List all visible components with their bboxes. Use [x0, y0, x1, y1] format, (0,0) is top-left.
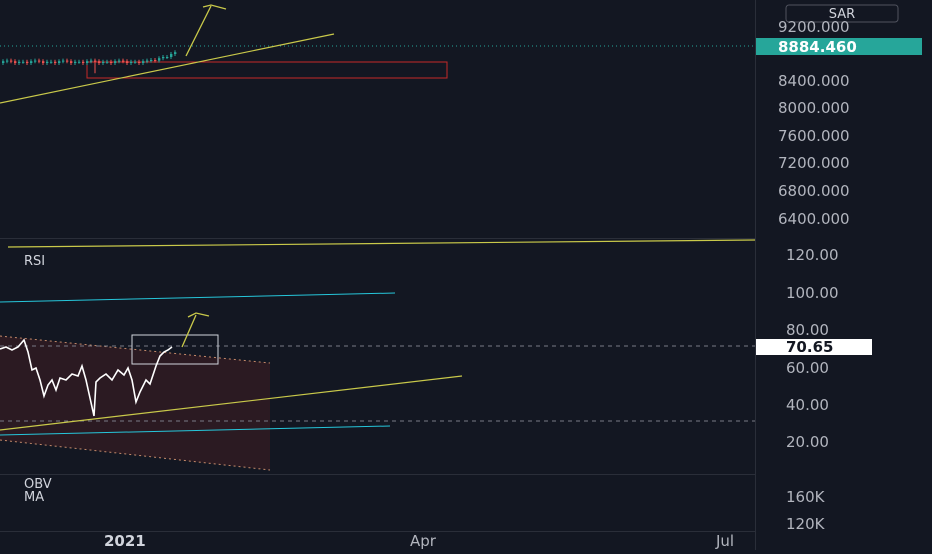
ma-pane-label: MA	[24, 490, 44, 505]
candle-body	[158, 58, 161, 61]
candle-body	[126, 61, 129, 63]
candle-body	[14, 61, 17, 63]
rsi-upper-trendline	[7, 239, 756, 248]
rsi-tick: 60.00	[786, 359, 829, 377]
rsi-tick: 120.00	[786, 246, 839, 264]
price-tick: 8000.000	[778, 99, 850, 117]
candle-body	[2, 61, 5, 63]
obv-axis[interactable]: 160K 120K	[786, 488, 826, 533]
candle-body	[74, 61, 77, 63]
rsi-tick: 40.00	[786, 396, 829, 414]
candle-body	[138, 61, 141, 63]
rsi-pane-label: RSI	[24, 254, 45, 269]
candle-body	[10, 60, 13, 62]
candle-body	[110, 61, 113, 63]
price-axis[interactable]: SAR 9200.000 8400.000 8000.000 7600.000 …	[756, 4, 922, 228]
candle-body	[46, 61, 49, 63]
price-pane[interactable]	[0, 4, 755, 104]
candle-body	[30, 61, 33, 63]
candle-body	[58, 61, 61, 63]
obv-tick: 160K	[786, 488, 826, 506]
time-label-2021: 2021	[104, 532, 146, 550]
price-tick: 6800.000	[778, 182, 850, 200]
candle-body	[86, 61, 89, 63]
obv-pane[interactable]: OBV MA	[24, 477, 52, 505]
candle-body	[122, 60, 125, 62]
price-tick: 7200.000	[778, 154, 850, 172]
chart-stage[interactable]: RSI OBV MA SAR 9200.000 8400.000 8000.00…	[0, 0, 932, 550]
candle-body	[174, 52, 177, 54]
time-axis[interactable]: 2021 Apr Jul	[104, 532, 734, 550]
candle-body	[54, 61, 57, 63]
candle-body	[94, 60, 97, 62]
chart-svg[interactable]: RSI OBV MA SAR 9200.000 8400.000 8000.00…	[0, 0, 932, 550]
rsi-pane[interactable]: RSI	[0, 239, 756, 471]
candle-body	[142, 61, 145, 63]
rsi-last-value: 70.65	[786, 338, 833, 356]
price-tick: 9200.000	[778, 18, 850, 36]
candle-body	[82, 61, 85, 63]
candle-body	[150, 60, 153, 61]
candle-body	[106, 61, 109, 63]
candle-body	[78, 61, 81, 63]
candle-body	[170, 54, 173, 57]
candle-body	[118, 60, 121, 62]
candle-body	[130, 61, 133, 63]
candle-body	[134, 61, 137, 63]
support-zone-box	[86, 61, 448, 79]
candle-body	[114, 61, 117, 63]
rsi-tick: 80.00	[786, 321, 829, 339]
candle-body	[50, 61, 53, 63]
candle-body	[154, 60, 157, 61]
candle-body	[66, 60, 69, 62]
rsi-axis[interactable]: 120.00 100.00 80.00 60.00 40.00 20.00 70…	[756, 246, 872, 451]
candle-body	[146, 60, 149, 62]
candle-body	[6, 60, 9, 62]
obv-tick: 120K	[786, 515, 826, 533]
price-tick: 8400.000	[778, 72, 850, 90]
rsi-tick: 20.00	[786, 433, 829, 451]
rsi-cyan-upper-line	[0, 292, 396, 303]
candle-body	[38, 60, 41, 62]
candle-body	[162, 57, 165, 59]
candle-body	[62, 60, 65, 62]
candle-body	[98, 61, 101, 63]
candle-body	[102, 61, 105, 63]
rsi-tick: 100.00	[786, 284, 839, 302]
rsi-up-arrow	[181, 312, 210, 348]
time-label-apr: Apr	[410, 532, 437, 550]
price-tick: 6400.000	[778, 210, 850, 228]
candle-body	[18, 61, 21, 63]
candle-body	[70, 61, 73, 63]
time-label-jul: Jul	[715, 532, 734, 550]
candle-body	[34, 60, 37, 62]
price-trendline	[0, 33, 335, 104]
candle-body	[90, 60, 93, 62]
last-price-value: 8884.460	[778, 38, 857, 56]
price-up-arrow	[185, 4, 227, 57]
price-tick: 7600.000	[778, 127, 850, 145]
candle-body	[22, 61, 25, 63]
candle-body	[42, 61, 45, 63]
candle-body	[166, 57, 169, 58]
candle-body	[26, 61, 29, 63]
